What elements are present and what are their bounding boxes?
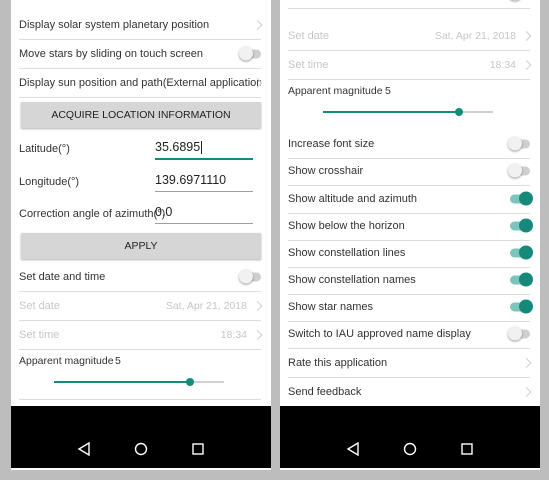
setting-label: Show star names: [288, 301, 373, 313]
show-constellation-names-item[interactable]: Show constellation names: [288, 266, 533, 295]
home-circle-icon[interactable]: [403, 442, 417, 456]
set-time-value: 18:34: [220, 329, 247, 341]
iau-name-display-toggle[interactable]: [508, 326, 530, 341]
chevron-right-icon: [521, 31, 532, 41]
magnitude-slider[interactable]: [323, 108, 493, 116]
magnitude-slider-thumb[interactable]: [186, 378, 194, 386]
set-date-value: Sat, Apr 21, 2018: [434, 30, 516, 42]
recent-square-icon[interactable]: [191, 442, 205, 456]
set-date-time-item-partial[interactable]: [288, 0, 530, 9]
rate-app-item[interactable]: Rate this application: [288, 349, 532, 378]
show-constellation-lines-toggle[interactable]: [510, 245, 533, 260]
sun-position-label: Display sun position and path(External a…: [19, 77, 261, 89]
show-star-names-item[interactable]: Show star names: [288, 293, 533, 322]
setting-label: Show constellation names: [288, 274, 416, 286]
move-stars-toggle[interactable]: [239, 46, 261, 61]
set-time-value: 18:34: [489, 59, 516, 71]
show-crosshair-item[interactable]: Show crosshair: [288, 157, 530, 186]
setting-label: Switch to IAU approved name display: [288, 328, 471, 340]
chevron-right-icon: [252, 301, 263, 311]
move-stars-item[interactable]: Move stars by sliding on touch screen: [19, 40, 261, 69]
set-date-value: Sat, Apr 21, 2018: [165, 300, 247, 312]
send-feedback-item[interactable]: Send feedback: [288, 378, 532, 407]
setting-label: Show altitude and azimuth: [288, 193, 418, 205]
sun-position-item[interactable]: Display sun position and path(External a…: [19, 69, 263, 98]
latitude-label: Latitude(°): [19, 143, 70, 155]
chevron-right-icon: [252, 330, 263, 340]
acquire-location-button[interactable]: ACQUIRE LOCATION INFORMATION: [21, 102, 261, 128]
magnitude-slider[interactable]: [54, 378, 224, 386]
set-date-time-label: Set date and time: [19, 271, 106, 283]
show-below-horizon-item[interactable]: Show below the horizon: [288, 212, 533, 241]
show-constellation-lines-item[interactable]: Show constellation lines: [288, 239, 533, 268]
latitude-input[interactable]: 35.6895: [155, 136, 253, 160]
set-time-label: Set time: [19, 329, 60, 341]
setting-label: Show below the horizon: [288, 220, 405, 232]
setting-label: Increase font size: [288, 138, 375, 150]
settings-list-right: Set date Sat, Apr 21, 2018 Set time 18:3…: [280, 0, 540, 407]
send-feedback-label: Send feedback: [288, 386, 362, 398]
settings-list-left: Display solar system planetary position …: [11, 0, 271, 404]
show-below-horizon-toggle[interactable]: [510, 218, 533, 233]
latitude-value: 35.6895: [155, 140, 201, 154]
setting-label: Show constellation lines: [288, 247, 406, 259]
increase-font-size-item[interactable]: Increase font size: [288, 130, 530, 159]
set-date-label: Set date: [288, 30, 329, 42]
left-screen: Display solar system planetary position …: [11, 0, 271, 470]
set-date-item[interactable]: Set date Sat, Apr 21, 2018: [19, 292, 263, 321]
solar-system-position-item[interactable]: Display solar system planetary position: [19, 11, 263, 40]
back-triangle-icon[interactable]: [346, 442, 360, 456]
rate-app-label: Rate this application: [288, 357, 388, 369]
recent-square-icon[interactable]: [460, 442, 474, 456]
divider: [19, 399, 261, 400]
move-stars-label: Move stars by sliding on touch screen: [19, 48, 204, 60]
set-time-item[interactable]: Set time 18:34: [19, 321, 263, 350]
set-date-label: Set date: [19, 300, 60, 312]
set-date-item[interactable]: Set date Sat, Apr 21, 2018: [288, 22, 532, 51]
magnitude-value: 5: [115, 355, 121, 367]
set-time-label: Set time: [288, 59, 329, 71]
show-crosshair-toggle[interactable]: [508, 163, 530, 178]
longitude-label: Longitude(°): [19, 176, 80, 188]
show-constellation-names-toggle[interactable]: [510, 272, 533, 287]
show-altitude-azimuth-item[interactable]: Show altitude and azimuth: [288, 185, 533, 214]
azimuth-label: Correction angle of azimuth(°): [19, 208, 166, 220]
show-altitude-azimuth-toggle[interactable]: [510, 191, 533, 206]
chevron-right-icon: [521, 60, 532, 70]
navigation-bar: [11, 406, 271, 468]
show-star-names-toggle[interactable]: [510, 299, 533, 314]
set-date-time-toggle[interactable]: [239, 269, 261, 284]
set-date-time-item[interactable]: Set date and time: [19, 263, 261, 292]
magnitude-slider-thumb[interactable]: [455, 108, 463, 116]
magnitude-slider-fill: [54, 381, 190, 383]
back-triangle-icon[interactable]: [77, 442, 91, 456]
longitude-input[interactable]: 139.6971110: [155, 169, 253, 192]
text-cursor: [201, 141, 203, 155]
right-screen: Set date Sat, Apr 21, 2018 Set time 18:3…: [280, 0, 540, 470]
magnitude-label: Apparent magnitude: [19, 355, 114, 367]
azimuth-input[interactable]: 0.0: [155, 201, 253, 224]
home-circle-icon[interactable]: [134, 442, 148, 456]
solar-system-position-label: Display solar system planetary position: [19, 19, 210, 31]
iau-name-display-item[interactable]: Switch to IAU approved name display: [288, 320, 530, 349]
navigation-bar: [280, 406, 540, 468]
magnitude-slider-fill: [323, 111, 459, 113]
magnitude-label: Apparent magnitude: [288, 85, 383, 97]
magnitude-value: 5: [385, 85, 391, 97]
increase-font-size-toggle[interactable]: [508, 136, 530, 151]
set-time-item[interactable]: Set time 18:34: [288, 51, 532, 80]
setting-label: Show crosshair: [288, 165, 364, 177]
apply-button[interactable]: APPLY: [21, 233, 261, 259]
